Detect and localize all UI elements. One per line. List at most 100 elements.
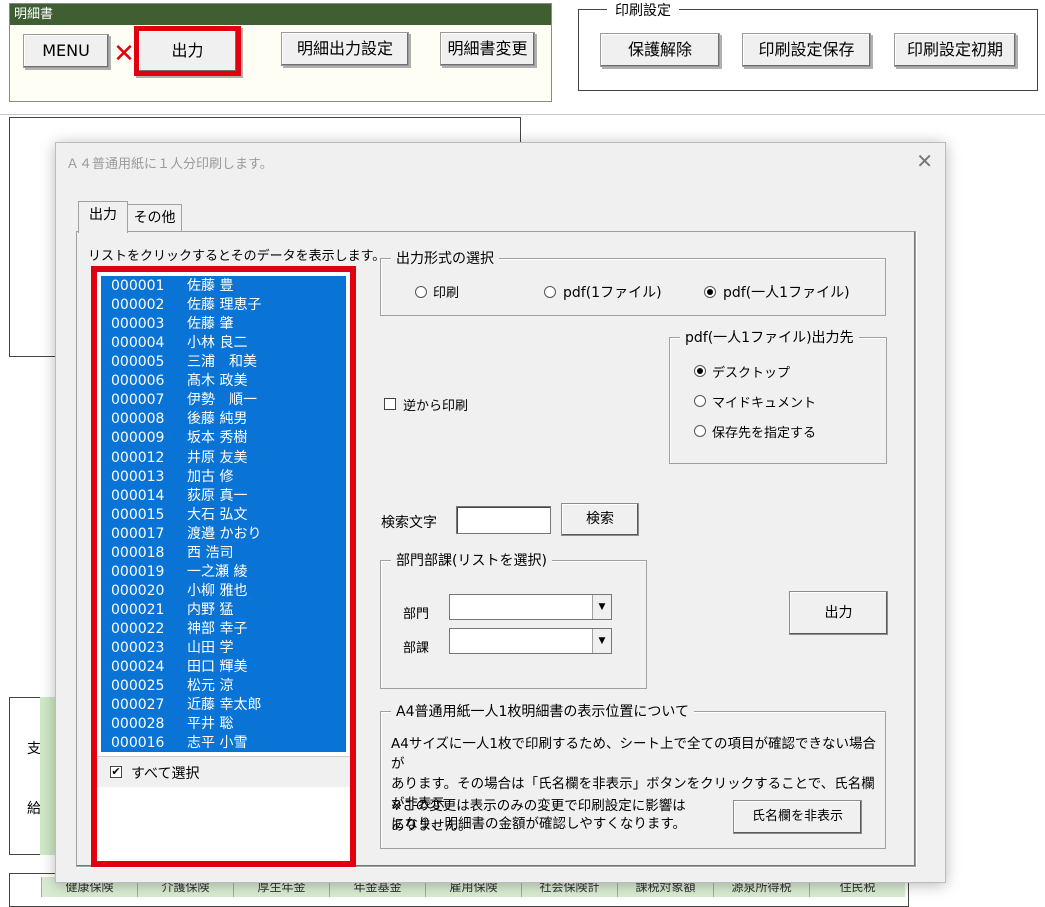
employee-name: 坂本 秀樹 [187, 430, 248, 447]
employee-list-item[interactable]: 000019 一之瀬 綾 [111, 563, 247, 582]
employee-name: 小柳 雅也 [187, 582, 248, 599]
employee-code: 000015 [111, 506, 165, 523]
employee-code: 000023 [111, 640, 165, 657]
meisai-setting-button[interactable]: 明細出力設定 [281, 32, 409, 66]
reverse-print-label: 逆から印刷 [403, 399, 469, 414]
format-pdf-single-radio[interactable] [544, 286, 556, 298]
employee-list-item[interactable]: 000023 山田 学 [111, 639, 233, 658]
employee-code: 000021 [111, 602, 165, 619]
format-print-radio[interactable] [415, 286, 427, 298]
employee-code: 000001 [111, 278, 165, 294]
employee-list-item[interactable]: 000025 松元 涼 [111, 677, 233, 696]
tab-output[interactable]: 出力 [78, 201, 128, 233]
a4-note-title: A4普通用紙一人1枚明細書の表示位置について [391, 701, 694, 721]
select-all-area: ✔ すべて選択 [97, 756, 350, 787]
employee-list-item[interactable]: 000014 荻原 真一 [111, 487, 247, 506]
select-all-checkbox[interactable]: ✔ [110, 766, 122, 778]
search-input[interactable] [456, 506, 551, 534]
meisai-change-button[interactable]: 明細書変更 [440, 32, 535, 66]
dialog-title: Ａ４普通用紙に１人分印刷します。 [66, 157, 273, 172]
employee-list-item[interactable]: 000012 井原 友美 [111, 449, 247, 468]
side-label-2: 給 [27, 801, 41, 817]
employee-code: 000028 [111, 716, 165, 733]
employee-list-item[interactable]: 000020 小柳 雅也 [111, 582, 247, 601]
dialog-output-button[interactable]: 出力 [789, 591, 888, 635]
employee-code: 000008 [111, 411, 165, 428]
dest-desktop-label: デスクトップ [712, 366, 791, 381]
save-print-settings-button[interactable]: 印刷設定保存 [742, 33, 871, 67]
pdf-destination-group: pdf(一人1ファイル)出力先 デスクトップ マイドキュメント 保存先を指定する [669, 327, 887, 464]
employee-list-item[interactable]: 000015 大石 弘文 [111, 506, 247, 525]
tab-other[interactable]: その他 [127, 204, 182, 232]
employee-list-item[interactable]: 000009 坂本 秀樹 [111, 429, 247, 448]
init-print-settings-button[interactable]: 印刷設定初期 [894, 33, 1016, 67]
hide-name-button[interactable]: 氏名欄を非表示 [733, 800, 862, 834]
employee-code: 000022 [111, 621, 165, 638]
employee-code: 000027 [111, 697, 165, 714]
employee-list-item[interactable]: 000005 三浦 和美 [111, 353, 257, 372]
meisai-title: 明細書 [10, 4, 551, 25]
format-pdf-single-label: pdf(1ファイル) [563, 285, 662, 301]
employee-list-item[interactable]: 000016 志平 小雪 [111, 734, 247, 753]
employee-list-item[interactable]: 000007 伊勢 順一 [111, 391, 257, 410]
dept-label: 部門 [403, 607, 430, 622]
list-hint: リストをクリックするとそのデータを表示します。 [88, 249, 386, 264]
employee-list-item[interactable]: 000027 近藤 幸太郎 [111, 696, 261, 715]
dept-combo[interactable]: ▼ [449, 594, 612, 620]
menu-button[interactable]: MENU [23, 34, 109, 68]
search-label: 検索文字 [381, 515, 437, 531]
employee-name: 伊勢 順一 [187, 392, 257, 409]
section-combo[interactable]: ▼ [449, 628, 612, 654]
employee-code: 000016 [111, 735, 165, 752]
employee-code: 000005 [111, 354, 165, 371]
employee-list-item[interactable]: 000006 髙木 政美 [111, 372, 247, 391]
employee-list-item[interactable]: 000018 西 浩司 [111, 544, 233, 563]
employee-list-item[interactable]: 000028 平井 聡 [111, 715, 233, 734]
employee-name: 渡邉 かおり [187, 525, 262, 542]
employee-list-item[interactable]: 000022 神部 幸子 [111, 620, 247, 639]
employee-name: 平井 聡 [187, 716, 234, 733]
employee-code: 000024 [111, 659, 165, 676]
employee-list-item[interactable]: 000024 田口 輝美 [111, 658, 247, 677]
pdf-destination-title: pdf(一人1ファイル)出力先 [680, 327, 859, 347]
employee-list-highlight: 000001 佐藤 豊 000002 佐藤 理恵子 000003 佐藤 肇 000004 小林… [91, 266, 356, 867]
dest-custom-radio[interactable] [694, 425, 706, 437]
employee-code: 000006 [111, 373, 165, 390]
output-format-title: 出力形式の選択 [391, 248, 499, 268]
employee-list-item[interactable]: 000017 渡邉 かおり [111, 525, 261, 544]
print-dialog: Ａ４普通用紙に１人分印刷します。 ✕ 出力 その他 リストをクリックするとそのデ… [55, 142, 946, 883]
a4-note-group: A4普通用紙一人1枚明細書の表示位置について A4サイズに一人1枚で印刷するため… [380, 701, 886, 849]
select-all-label: すべて選択 [131, 766, 200, 782]
employee-name: 西 浩司 [187, 544, 234, 561]
employee-list-item[interactable]: 000003 佐藤 肇 [111, 315, 233, 334]
department-group-title: 部門部課(リストを選択) [391, 550, 552, 570]
print-settings-group: 印刷設定 保護解除 印刷設定保存 印刷設定初期 [578, 0, 1038, 91]
dest-documents-radio[interactable] [694, 395, 706, 407]
dest-desktop-radio[interactable] [694, 365, 706, 377]
employee-list-item[interactable]: 000021 内野 猛 [111, 601, 233, 620]
employee-list-item[interactable]: 000004 小林 良二 [111, 334, 247, 353]
employee-list-item[interactable]: 000008 後藤 純男 [111, 410, 247, 429]
dept-dropdown-icon[interactable]: ▼ [592, 595, 611, 619]
employee-list-item[interactable]: 000001 佐藤 豊 [111, 277, 233, 296]
employee-code: 000012 [111, 449, 165, 466]
output-button-highlighted[interactable]: 出力 [134, 26, 241, 76]
search-button[interactable]: 検索 [561, 503, 639, 536]
employee-name: 佐藤 豊 [187, 278, 234, 294]
employee-code: 000009 [111, 430, 165, 447]
section-dropdown-icon[interactable]: ▼ [592, 629, 611, 653]
employee-list-item[interactable]: 000002 佐藤 理恵子 [111, 296, 261, 315]
employee-list-item[interactable]: 000013 加古 修 [111, 468, 233, 487]
employee-code: 000018 [111, 544, 165, 561]
format-pdf-per-person-radio[interactable] [704, 286, 716, 298]
employee-code: 000020 [111, 582, 165, 599]
employee-name: 山田 学 [187, 640, 234, 657]
employee-listbox[interactable]: 000001 佐藤 豊 000002 佐藤 理恵子 000003 佐藤 肇 000004 小林… [97, 272, 350, 752]
reverse-print-checkbox[interactable] [384, 398, 396, 410]
unprotect-button[interactable]: 保護解除 [600, 33, 720, 67]
employee-code: 000014 [111, 487, 165, 504]
format-pdf-per-person-label: pdf(一人1ファイル) [723, 285, 850, 301]
employee-name: 三浦 和美 [187, 354, 257, 371]
employee-name: 一之瀬 綾 [187, 563, 248, 580]
close-icon[interactable]: ✕ [916, 149, 933, 173]
